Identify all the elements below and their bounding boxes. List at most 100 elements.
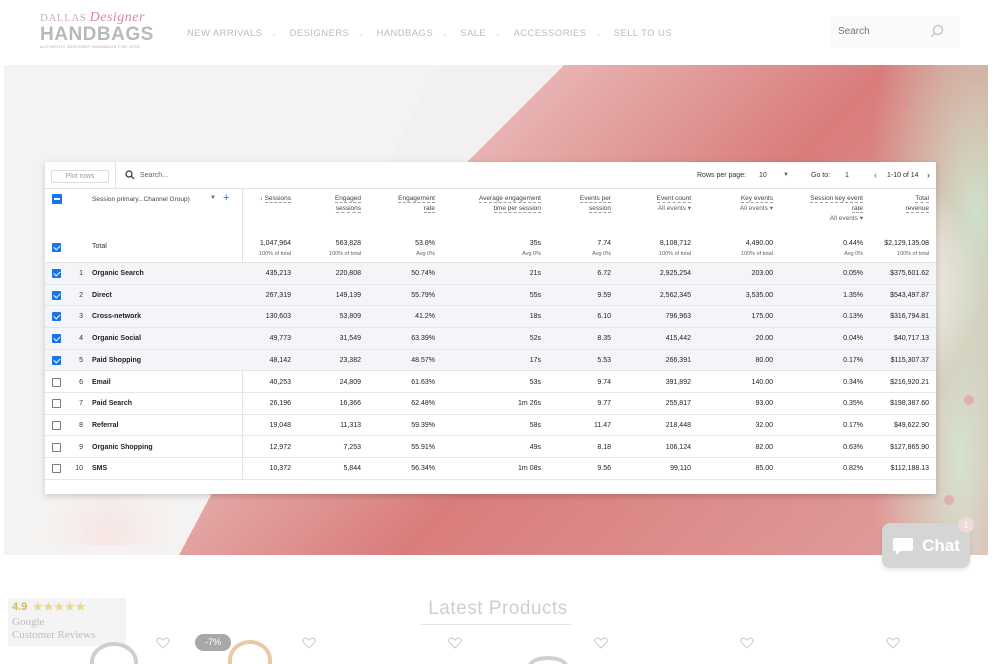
column-header[interactable]: Event count All events ▾ xyxy=(656,194,691,214)
wishlist-heart-icon[interactable] xyxy=(156,637,170,649)
total-value: 4,490.00 xyxy=(745,240,773,247)
table-cell: 149,139 xyxy=(335,291,361,299)
nav-item[interactable]: NEW ARRIVALS ⌄ xyxy=(187,28,278,39)
row-checkbox[interactable] xyxy=(52,355,61,365)
column-header[interactable]: Events per session xyxy=(579,194,611,214)
column-header[interactable]: Total revenue xyxy=(905,194,929,214)
total-cell: 35s Avg 0% xyxy=(522,238,541,260)
add-dimension-icon[interactable]: + xyxy=(223,192,229,204)
totals-checkbox[interactable] xyxy=(52,243,61,252)
chat-button[interactable]: Chat xyxy=(882,523,970,568)
header-search[interactable] xyxy=(830,16,960,48)
total-cell: 53.8% Avg 0% xyxy=(415,238,435,260)
search-icon[interactable] xyxy=(930,24,944,38)
table-cell: 18s xyxy=(529,313,541,321)
channel-name[interactable]: Organic Social xyxy=(92,335,141,342)
product-image[interactable] xyxy=(528,656,568,664)
table-cell: 63.39% xyxy=(411,335,435,343)
sort-arrow-icon[interactable]: ↓ xyxy=(260,195,265,202)
table-row[interactable]: 3 Cross-network 130,603 53,809 41.2% 18s 6.10 7… xyxy=(45,306,936,328)
table-row[interactable]: 5 Paid Shopping 48,142 23,382 48.57% 17s 5.53 2… xyxy=(45,349,936,372)
row-checkbox[interactable] xyxy=(52,334,61,344)
table-row[interactable]: 9 Organic Shopping 12,972 7,253 55.91% 49s 8.1… xyxy=(45,437,936,459)
wishlist-heart-icon[interactable] xyxy=(886,637,900,649)
table-cell: $40,717.13 xyxy=(893,335,929,343)
column-header[interactable]: Key events All events ▾ xyxy=(740,194,773,214)
channel-name[interactable]: SMS xyxy=(92,465,107,472)
nav-item[interactable]: ACCESSORIES ⌄ xyxy=(513,28,601,39)
row-checkbox[interactable] xyxy=(52,399,61,409)
table-row[interactable]: 7 Paid Search 26,196 16,366 62.48% 1m 26s 9.77… xyxy=(45,393,936,415)
column-filter-select[interactable]: All events xyxy=(830,215,858,222)
goto-page-input[interactable]: 1 xyxy=(845,172,849,179)
row-checkbox[interactable] xyxy=(52,269,61,278)
chevron-down-icon[interactable]: ⌄ xyxy=(495,30,501,38)
search-input[interactable] xyxy=(838,26,928,37)
row-checkbox[interactable] xyxy=(52,420,61,430)
caret-down-icon[interactable]: ▼ xyxy=(783,172,789,178)
table-cell: $375,601.62 xyxy=(890,270,929,277)
channel-name[interactable]: Organic Search xyxy=(92,270,144,277)
table-row[interactable]: 10 SMS 10,372 5,844 56.34% 1m 08s 9.56 99,110 85… xyxy=(45,458,936,480)
chevron-left-icon[interactable]: ‹ xyxy=(874,170,877,180)
table-row[interactable]: 2 Direct 267,319 149,139 55.79% 55s 9.59 2,562,… xyxy=(45,284,936,307)
chevron-down-icon[interactable]: ⌄ xyxy=(442,30,448,38)
dimension-header[interactable]: Session primary...Channel Group) xyxy=(92,196,190,203)
table-cell: 85.00 xyxy=(755,465,773,473)
column-header[interactable]: ↓ Sessions xyxy=(260,194,291,204)
wishlist-heart-icon[interactable] xyxy=(740,637,754,649)
select-all-checkbox[interactable] xyxy=(52,194,62,204)
table-cell: $115,307.37 xyxy=(890,356,929,364)
chevron-down-icon[interactable]: ⌄ xyxy=(595,30,601,38)
nav-item[interactable]: HANDBAGS ⌄ xyxy=(376,28,448,39)
table-row[interactable]: 8 Referral 19,048 11,313 59.39% 58s 11.47 218,4… xyxy=(45,415,936,437)
channel-name[interactable]: Paid Shopping xyxy=(92,357,141,364)
chevron-down-icon[interactable]: ⌄ xyxy=(271,30,277,38)
channel-name[interactable]: Organic Shopping xyxy=(92,444,153,451)
column-filter-select[interactable]: All events xyxy=(658,205,686,212)
wishlist-heart-icon[interactable] xyxy=(448,637,462,649)
wishlist-heart-icon[interactable] xyxy=(302,637,316,649)
channel-name[interactable]: Paid Search xyxy=(92,400,132,407)
product-image[interactable] xyxy=(228,640,272,664)
table-search-input[interactable]: Search... xyxy=(140,172,168,179)
plot-rows-button[interactable]: Plot rows xyxy=(51,170,109,183)
table-cell: 40,253 xyxy=(269,378,291,386)
chat-label: Chat xyxy=(922,535,960,555)
column-filter-select[interactable]: All events xyxy=(740,205,768,212)
channel-name[interactable]: Referral xyxy=(92,422,118,429)
chevron-down-icon[interactable]: ⌄ xyxy=(358,30,364,38)
row-checkbox[interactable] xyxy=(52,464,61,474)
logo-line3: AUTHENTIC DESIGNER HANDBAGS FOR LESS xyxy=(40,44,141,49)
channel-name[interactable]: Cross-network xyxy=(92,313,141,320)
table-row[interactable]: 4 Organic Social 49,773 31,549 63.39% 52s 8.35… xyxy=(45,328,936,350)
caret-down-icon[interactable]: ▼ xyxy=(210,195,216,201)
row-checkbox[interactable] xyxy=(52,290,61,300)
table-row[interactable]: 1 Organic Search 435,213 220,808 50.74% 21s 6.… xyxy=(45,263,936,285)
caret-down-icon[interactable]: ▾ xyxy=(858,215,863,222)
caret-down-icon[interactable]: ▾ xyxy=(686,205,691,212)
column-header-label: Events per xyxy=(579,195,611,203)
nav-item[interactable]: SALE ⌄ xyxy=(460,28,501,39)
site-logo[interactable]: DALLAS Designer HANDBAGS AUTHENTIC DESIG… xyxy=(40,10,153,52)
table-cell: 0.04% xyxy=(843,335,863,343)
column-header[interactable]: Session key event rate All events ▾ xyxy=(810,194,863,224)
wishlist-heart-icon[interactable] xyxy=(594,637,608,649)
row-checkbox[interactable] xyxy=(52,442,61,452)
chevron-right-icon[interactable]: › xyxy=(927,170,930,180)
channel-name[interactable]: Email xyxy=(92,379,111,386)
channel-name[interactable]: Direct xyxy=(92,292,112,299)
nav-item[interactable]: DESIGNERS ⌄ xyxy=(290,28,365,39)
total-cell: 4,490.00 100% of total xyxy=(741,238,773,260)
column-header[interactable]: Average engagement time per session xyxy=(478,194,541,214)
nav-item[interactable]: SELL TO US xyxy=(614,28,672,39)
caret-down-icon[interactable]: ▾ xyxy=(768,205,773,212)
row-checkbox[interactable] xyxy=(52,312,61,322)
rows-per-page-select[interactable]: 10 xyxy=(759,172,767,179)
column-header[interactable]: Engagement rate xyxy=(398,194,435,214)
goto-label: Go to: xyxy=(811,172,831,179)
table-cell: 0.13% xyxy=(843,313,863,321)
column-header[interactable]: Engaged sessions xyxy=(334,194,361,214)
table-row[interactable]: 6 Email 40,253 24,809 61.63% 53s 9.74 391,892 14… xyxy=(45,372,936,394)
row-checkbox[interactable] xyxy=(52,377,61,387)
